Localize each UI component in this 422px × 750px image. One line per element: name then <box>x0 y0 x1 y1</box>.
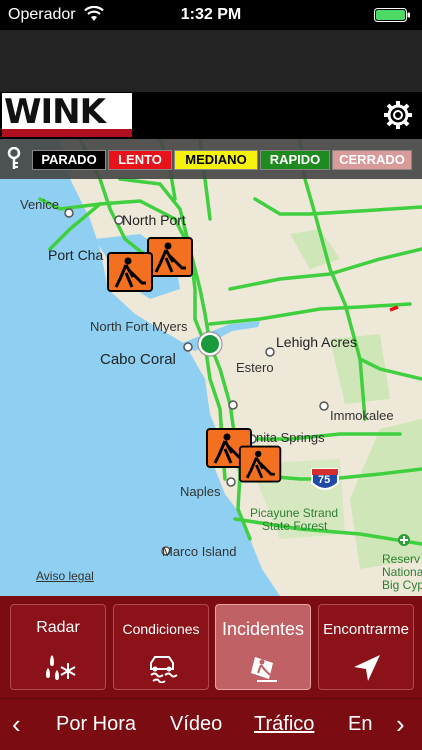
map-label-north-fort-myers: North Fort Myers <box>90 319 188 334</box>
nav-item-video[interactable]: Vídeo <box>170 713 222 736</box>
legend-parado: PARADO <box>32 150 106 170</box>
map-label-lehigh-acres: Lehigh Acres <box>276 334 357 350</box>
clock: 1:32 PM <box>180 6 242 23</box>
map-canvas <box>0 139 422 596</box>
app-header: WINK <box>0 92 422 139</box>
map-label-bonita-springs: nita Springs <box>256 430 325 445</box>
radar-button[interactable]: Radar <box>10 604 106 690</box>
map-label-cabo-coral: Cabo Coral <box>100 351 176 368</box>
status-bar: Operador 1:32 PM <box>0 0 422 30</box>
battery-icon <box>374 8 410 22</box>
gear-icon[interactable] <box>382 99 414 131</box>
map-label-venice: Venice <box>20 197 60 212</box>
map-label-estero: Estero <box>236 360 274 375</box>
locate-me-button[interactable]: Encontrarme <box>318 604 414 690</box>
map-label-marco-island: Marco Island <box>162 544 237 559</box>
roadwork-icon <box>251 657 277 682</box>
bottom-nav: ‹ Por Hora Vídeo Tráfico En › <box>0 698 422 750</box>
conditions-button[interactable]: Condiciones <box>113 604 209 690</box>
nav-item-por-hora[interactable]: Por Hora <box>56 713 136 736</box>
feature-tiles: Radar Condiciones Incidentes Encontrarme <box>0 596 422 698</box>
traffic-map[interactable]: Venice North Port Port Cha North Fort My… <box>0 139 422 596</box>
legal-link[interactable]: Aviso legal <box>36 569 94 583</box>
incidents-button[interactable]: Incidentes <box>215 604 311 690</box>
interstate-label: 75 <box>318 474 331 486</box>
traffic-legend: PARADO LENTO MEDIANO RAPIDO CERRADO <box>0 139 422 179</box>
slippery-road-icon <box>150 656 178 683</box>
roadwork-icon[interactable] <box>106 251 156 295</box>
map-label-picayune: Picayune Strand <box>250 506 339 520</box>
wink-logo: WINK <box>2 93 132 137</box>
nav-item-en[interactable]: En <box>348 713 372 736</box>
legend-mediano: MEDIANO <box>174 150 258 170</box>
legend-cerrado: CERRADO <box>332 150 412 170</box>
map-label-national: National <box>382 565 422 579</box>
chevron-left-icon[interactable]: ‹ <box>12 711 21 737</box>
map-label-big-cypr: Big Cypr <box>382 578 422 592</box>
nav-item-trafico[interactable]: Tráfico <box>254 713 314 736</box>
map-label-north-port: North Port <box>122 212 186 228</box>
legend-rapido: RAPIDO <box>260 150 330 170</box>
map-label-immokalee: Immokalee <box>330 408 394 423</box>
map-label-port-charlotte: Port Cha <box>48 247 104 263</box>
location-arrow-icon <box>354 655 380 681</box>
toolbar-band <box>0 30 422 92</box>
roadwork-icon[interactable] <box>238 444 284 486</box>
legend-lento: LENTO <box>108 150 172 170</box>
map-label-state-forest: State Forest <box>262 519 328 533</box>
key-icon[interactable] <box>6 147 22 171</box>
rain-snow-icon <box>46 655 76 680</box>
chevron-right-icon[interactable]: › <box>396 711 405 737</box>
map-label-reserv: Reserv <box>382 552 421 566</box>
map-label-naples: Naples <box>180 484 221 499</box>
